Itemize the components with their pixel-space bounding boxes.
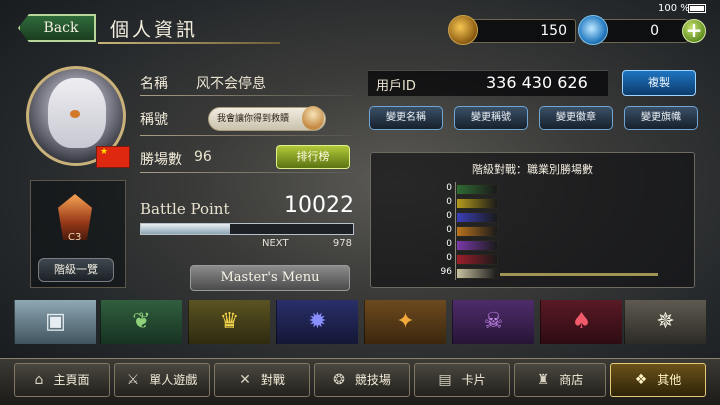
class-tab-sword[interactable]: ♛ bbox=[188, 300, 270, 344]
class-tab-blood[interactable]: ♠ bbox=[540, 300, 622, 344]
title-badge-icon bbox=[302, 106, 324, 130]
shadowcraft-icon bbox=[456, 240, 498, 251]
runecraft-icon bbox=[456, 212, 498, 223]
havencraft-wins-count: 96 bbox=[440, 267, 452, 277]
name-label: 名稱 bbox=[140, 76, 168, 92]
nav-solo-label: 單人遊戲 bbox=[149, 373, 198, 387]
nav-cards[interactable]: ▤ 卡片 bbox=[414, 363, 510, 397]
home-icon: ⌂ bbox=[34, 372, 44, 388]
crossed-swords-icon: ✕ bbox=[239, 372, 251, 388]
dragoncraft-wins-count: 0 bbox=[446, 225, 452, 235]
swordcraft-wins-count: 0 bbox=[446, 197, 452, 207]
next-label: NEXT bbox=[262, 238, 289, 249]
forestcraft-icon bbox=[456, 184, 498, 195]
masters-menu-button[interactable]: Master's Menu bbox=[190, 265, 350, 291]
deck-icon: ▣ bbox=[45, 309, 66, 334]
nav-other[interactable]: ❖ 其他 bbox=[610, 363, 706, 397]
nav-shop-label: 商店 bbox=[559, 373, 584, 387]
rank-list-button[interactable]: 階級一覽 bbox=[38, 258, 114, 282]
crystal-icon bbox=[578, 15, 608, 45]
page-title: 個人資訊 bbox=[110, 19, 199, 41]
player-name: 风不会停息 bbox=[196, 76, 266, 92]
battery-icon bbox=[688, 4, 706, 13]
class-tab-deck[interactable]: ▣ bbox=[14, 300, 96, 344]
leaderboard-button[interactable]: 排行榜 bbox=[276, 145, 350, 169]
bloodcraft-wins-count: 0 bbox=[446, 253, 452, 263]
battle-point-label: Battle Point bbox=[140, 200, 230, 218]
nav-arena[interactable]: ❂ 競技場 bbox=[314, 363, 410, 397]
back-button[interactable]: Back bbox=[18, 14, 96, 42]
nav-solo-play[interactable]: ⚔ 單人遊戲 bbox=[114, 363, 210, 397]
battle-point-progress-fill bbox=[141, 224, 230, 234]
shop-icon: ♜ bbox=[536, 372, 550, 388]
user-id-value: 336 430 626 bbox=[486, 73, 588, 92]
havencraft-icon bbox=[456, 268, 498, 279]
divider bbox=[140, 172, 354, 173]
title-underline bbox=[98, 42, 280, 44]
dragoncraft-icon bbox=[456, 226, 498, 237]
arena-icon: ❂ bbox=[333, 372, 345, 388]
rune-icon: ✹ bbox=[308, 309, 327, 334]
battle-point-value: 10022 bbox=[284, 193, 354, 218]
wins-label: 勝場數 bbox=[140, 152, 182, 168]
class-wins-title: 階級對戰：職業別勝場數 bbox=[472, 163, 593, 176]
bat-icon: ♠ bbox=[571, 309, 592, 334]
skull-icon: ☠ bbox=[483, 309, 504, 334]
leaf-icon: ❦ bbox=[132, 309, 151, 334]
rank-code: C3 bbox=[68, 232, 82, 243]
dragon-icon: ✦ bbox=[396, 309, 415, 334]
battery-percent: 100 % bbox=[658, 3, 690, 14]
other-icon: ❖ bbox=[634, 372, 648, 388]
nav-cards-label: 卡片 bbox=[461, 373, 486, 387]
class-tab-shadow[interactable]: ☠ bbox=[452, 300, 534, 344]
divider bbox=[140, 95, 354, 96]
cards-icon: ▤ bbox=[438, 372, 452, 388]
change-badge-button[interactable]: 變更徽章 bbox=[539, 106, 613, 130]
bloodcraft-icon bbox=[456, 254, 498, 265]
shadowcraft-wins-count: 0 bbox=[446, 239, 452, 249]
class-tab-dragon[interactable]: ✦ bbox=[364, 300, 446, 344]
class-tab-haven[interactable]: ✵ bbox=[624, 300, 706, 344]
nav-arena-label: 競技場 bbox=[354, 373, 391, 387]
swordcraft-icon bbox=[456, 198, 498, 209]
crown-icon: ♛ bbox=[219, 309, 240, 334]
change-banner-button[interactable]: 變更旗幟 bbox=[624, 106, 698, 130]
top-bar: Back 個人資訊 150 0 + 100 % bbox=[0, 0, 720, 52]
nav-battle-label: 對戰 bbox=[260, 373, 285, 387]
avatar-eye bbox=[70, 110, 80, 118]
add-crystal-button[interactable]: + bbox=[682, 19, 706, 43]
forestcraft-wins-count: 0 bbox=[446, 183, 452, 193]
wins-value: 96 bbox=[194, 149, 212, 165]
nav-battle[interactable]: ✕ 對戰 bbox=[214, 363, 310, 397]
copy-id-button[interactable]: 複製 bbox=[622, 70, 696, 96]
class-tab-forest[interactable]: ❦ bbox=[100, 300, 182, 344]
change-title-button[interactable]: 變更稱號 bbox=[454, 106, 528, 130]
user-id-label: 用戶ID bbox=[376, 79, 416, 94]
wings-icon: ✵ bbox=[656, 309, 675, 334]
nav-home-label: 主頁面 bbox=[53, 373, 90, 387]
sword-icon: ⚔ bbox=[126, 372, 140, 388]
havencraft-wins-bar bbox=[500, 273, 658, 276]
next-value: 978 bbox=[332, 238, 352, 249]
class-tab-rune[interactable]: ✹ bbox=[276, 300, 358, 344]
gold-coin-icon bbox=[448, 15, 478, 45]
nav-home[interactable]: ⌂ 主頁面 bbox=[14, 363, 110, 397]
divider bbox=[140, 135, 354, 136]
title-label: 稱號 bbox=[140, 112, 168, 128]
change-name-button[interactable]: 變更名稱 bbox=[369, 106, 443, 130]
nav-other-label: 其他 bbox=[657, 373, 682, 387]
runecraft-wins-count: 0 bbox=[446, 211, 452, 221]
nav-shop[interactable]: ♜ 商店 bbox=[514, 363, 606, 397]
flag-star-icon: ★ bbox=[100, 147, 109, 157]
